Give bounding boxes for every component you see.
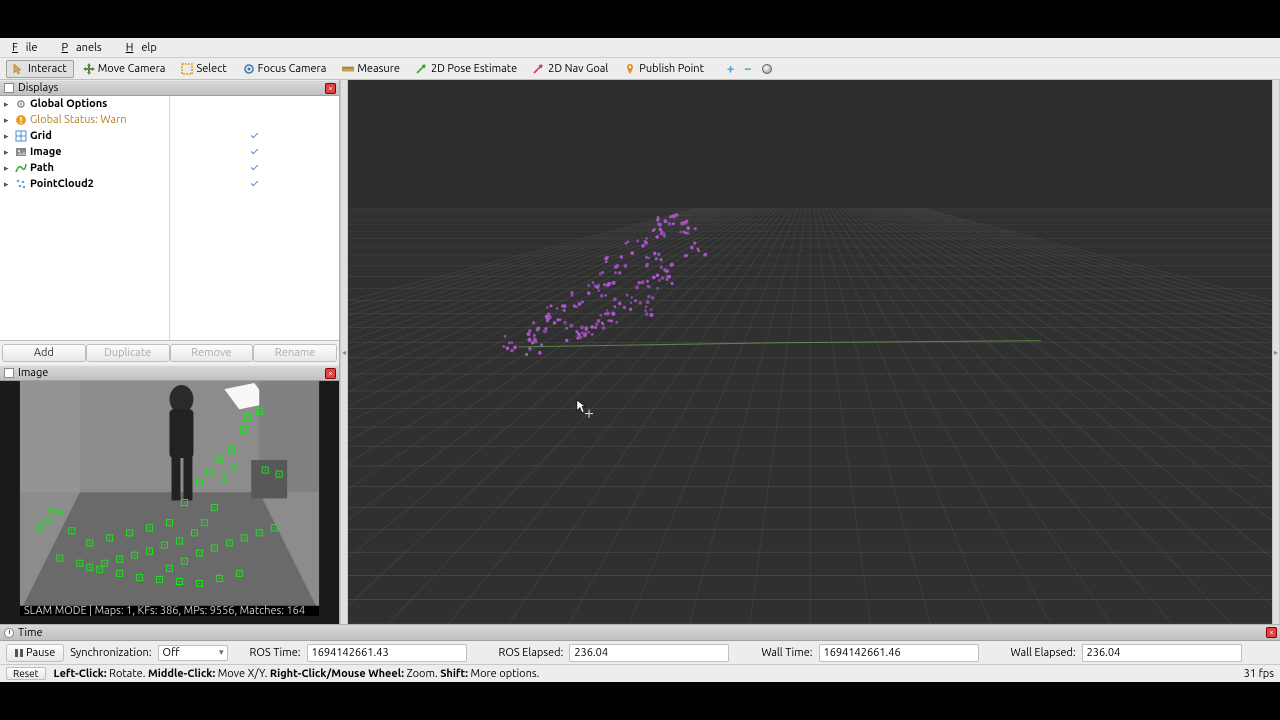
vertical-splitter-right[interactable]: ▸ [1272, 80, 1280, 624]
remove-button[interactable]: Remove [170, 344, 254, 362]
tree-item-grid[interactable]: ▸Grid [0, 128, 169, 144]
panel-title: Image [18, 367, 48, 379]
gear-icon [15, 98, 27, 110]
close-icon[interactable]: × [325, 368, 336, 379]
time-panel: Time × Pause Synchronization: Off ROS Ti… [0, 624, 1280, 664]
ros-time-label: ROS Time: [250, 647, 301, 659]
tool-label: Move Camera [98, 63, 166, 75]
statusbar: Reset Left-Click: Rotate. Middle-Click: … [0, 664, 1280, 682]
tool-move-camera[interactable]: Move Camera [76, 60, 173, 78]
tool-label: 2D Pose Estimate [431, 63, 517, 75]
path-icon [15, 162, 27, 174]
3d-viewport[interactable] [348, 80, 1272, 624]
tool-2d-nav-goal[interactable]: 2D Nav Goal [526, 60, 615, 78]
panel-title: Time [18, 627, 43, 639]
panel-title: Displays [18, 82, 58, 94]
left-dock: Displays × ▸Global Options▸Global Status… [0, 80, 340, 624]
toolbar-remove-icon[interactable]: − [740, 62, 755, 76]
panel-icon [4, 368, 14, 378]
tree-item-value[interactable]: ✓ [170, 144, 339, 160]
duplicate-button[interactable]: Duplicate [86, 344, 170, 362]
wall-time-label: Wall Time: [761, 647, 812, 659]
menu-panels[interactable]: Panels [53, 40, 117, 56]
tree-item-value [170, 96, 339, 112]
menu-file[interactable]: File [4, 40, 53, 56]
image-overlay-text: SLAM MODE | Maps: 1, KFs: 386, MPs: 9556… [24, 605, 305, 617]
wall-elapsed-field[interactable] [1082, 644, 1242, 662]
tree-item-path[interactable]: ▸Path [0, 160, 169, 176]
tool-label: Select [196, 63, 226, 75]
tool-label: 2D Nav Goal [548, 63, 608, 75]
tool-interact[interactable]: Interact [6, 60, 74, 78]
wall-elapsed-label: Wall Elapsed: [1011, 647, 1076, 659]
toolbar: Interact Move Camera Select Focus Camera… [0, 58, 1280, 80]
tool-label: Publish Point [639, 63, 704, 75]
tree-item-global-status-warn[interactable]: ▸Global Status: Warn [0, 112, 169, 128]
wall-time-field[interactable] [819, 644, 979, 662]
tree-item-value [170, 112, 339, 128]
grid-icon [15, 130, 27, 142]
tree-item-value[interactable]: ✓ [170, 160, 339, 176]
displays-panel-header[interactable]: Displays × [0, 80, 339, 96]
tree-item-value[interactable]: ✓ [170, 176, 339, 192]
menu-help[interactable]: Help [118, 40, 173, 56]
cursor-icon [13, 63, 25, 75]
sync-label: Synchronization: [70, 647, 151, 659]
tool-label: Measure [357, 63, 400, 75]
menubar: File Panels Help [0, 38, 1280, 58]
toolbar-add-icon[interactable]: + [723, 62, 738, 76]
displays-buttons: Add Duplicate Remove Rename [0, 341, 339, 365]
close-icon[interactable]: × [325, 83, 336, 94]
tool-publish-point[interactable]: Publish Point [617, 60, 711, 78]
fps-readout: 31 fps [1244, 668, 1274, 680]
ros-time-field[interactable] [307, 644, 467, 662]
tool-select[interactable]: Select [174, 60, 233, 78]
tool-2d-pose-estimate[interactable]: 2D Pose Estimate [409, 60, 524, 78]
pcl-icon [15, 178, 27, 190]
tree-item-global-options[interactable]: ▸Global Options [0, 96, 169, 112]
add-button[interactable]: Add [2, 344, 86, 362]
image-icon [15, 146, 27, 158]
displays-tree[interactable]: ▸Global Options▸Global Status: Warn▸Grid… [0, 96, 339, 341]
ros-elapsed-label: ROS Elapsed: [499, 647, 564, 659]
tool-label: Focus Camera [258, 63, 327, 75]
pause-button[interactable]: Pause [6, 644, 64, 662]
image-panel-header[interactable]: Image × [0, 365, 339, 381]
arrow-green-icon [416, 63, 428, 75]
arrow-red-icon [533, 63, 545, 75]
close-icon[interactable]: × [1266, 627, 1277, 638]
warn-icon [15, 114, 27, 126]
status-hint: Left-Click: Rotate. Middle-Click: Move X… [54, 668, 540, 680]
pause-icon [15, 649, 23, 657]
clock-icon [4, 628, 14, 638]
tool-focus-camera[interactable]: Focus Camera [236, 60, 334, 78]
select-icon [181, 63, 193, 75]
tree-item-image[interactable]: ▸Image [0, 144, 169, 160]
tree-item-pointcloud2[interactable]: ▸PointCloud2 [0, 176, 169, 192]
focus-icon [243, 63, 255, 75]
tool-measure[interactable]: Measure [335, 60, 407, 78]
sync-select[interactable]: Off [158, 645, 228, 661]
ros-elapsed-field[interactable] [569, 644, 729, 662]
move-icon [83, 63, 95, 75]
tool-label: Interact [28, 63, 67, 75]
pin-icon [624, 63, 636, 75]
tree-item-value[interactable]: ✓ [170, 128, 339, 144]
rename-button[interactable]: Rename [253, 344, 337, 362]
image-panel-view[interactable]: SLAM MODE | Maps: 1, KFs: 386, MPs: 9556… [0, 381, 339, 624]
time-panel-header[interactable]: Time × [0, 625, 1280, 641]
reset-button[interactable]: Reset [6, 667, 46, 680]
vertical-splitter[interactable]: ◂ [340, 80, 348, 624]
panel-icon [4, 83, 14, 93]
toolbar-misc-icon[interactable] [762, 64, 772, 74]
ruler-icon [342, 63, 354, 75]
